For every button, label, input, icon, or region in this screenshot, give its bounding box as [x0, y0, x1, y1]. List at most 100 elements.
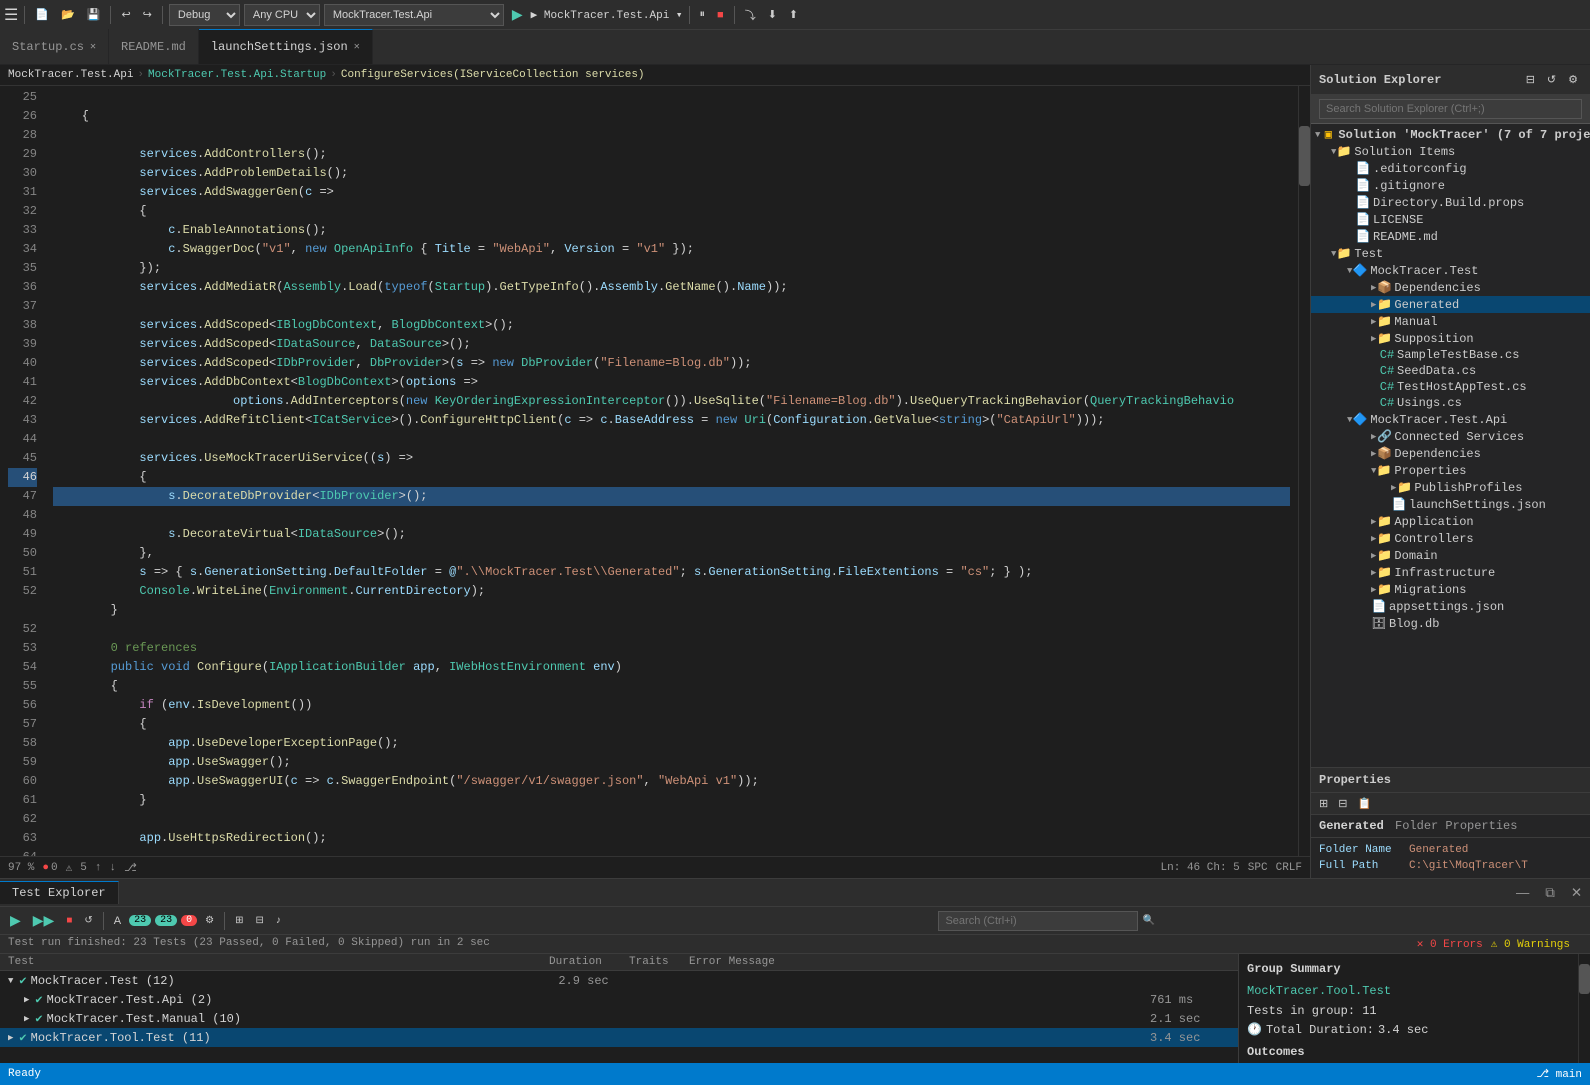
props-sort-btn[interactable]: ⊞: [1315, 795, 1332, 812]
test-scrollbar[interactable]: [1578, 954, 1590, 1063]
test-row-2[interactable]: ▶ ✔ MockTracer.Test.Manual (10) 2.1 sec: [0, 1009, 1238, 1028]
project-select[interactable]: MockTracer.Test.Api: [324, 4, 504, 26]
test-refresh-btn[interactable]: ↺: [80, 913, 96, 928]
test-search-btn[interactable]: 🔍: [1138, 913, 1158, 928]
se-api-dependencies[interactable]: ▶ 📦 Dependencies: [1311, 445, 1590, 462]
tab-startup[interactable]: Startup.cs ✕: [0, 29, 109, 64]
test-row-0[interactable]: ▼ ✔ MockTracer.Test (12) 2.9 sec: [0, 971, 1238, 990]
run-label[interactable]: ▶ MockTracer.Test.Api ▾: [531, 8, 683, 22]
se-readme[interactable]: 📄 README.md: [1311, 228, 1590, 245]
debug-mode-select[interactable]: Debug Release: [169, 4, 240, 26]
se-manual-folder[interactable]: ▶ 📁 Manual: [1311, 313, 1590, 330]
se-gitignore[interactable]: 📄 .gitignore: [1311, 177, 1590, 194]
props-folder-name-key: Folder Name: [1319, 844, 1409, 856]
test-run-all-btn[interactable]: ▶▶: [29, 910, 59, 931]
se-launchsettings[interactable]: 📄 launchSettings.json: [1311, 496, 1590, 513]
test-search-input[interactable]: [938, 911, 1138, 931]
se-search-input[interactable]: [1319, 99, 1582, 119]
breadcrumb-file[interactable]: MockTracer.Test.Api: [8, 69, 133, 81]
test-group-btn[interactable]: ⊞: [231, 913, 247, 928]
se-mocktracer-test[interactable]: ▼ 🔷 MockTracer.Test: [1311, 262, 1590, 279]
test-filter-btn[interactable]: A: [110, 913, 125, 929]
se-connected-services[interactable]: ▶ 🔗 Connected Services: [1311, 428, 1590, 445]
open-btn[interactable]: 📂: [57, 6, 79, 23]
se-properties[interactable]: ▼ 📁 Properties: [1311, 462, 1590, 479]
props-page-btn[interactable]: 📋: [1353, 795, 1375, 812]
arrow-down[interactable]: ↓: [109, 862, 116, 874]
se-mocktracer-api[interactable]: ▼ 🔷 MockTracer.Test.Api: [1311, 411, 1590, 428]
new-file-btn[interactable]: 📄: [31, 6, 53, 23]
tab-launchsettings-close[interactable]: ✕: [354, 41, 360, 53]
step-into-btn[interactable]: ⬇: [764, 6, 781, 23]
tab-launchsettings[interactable]: launchSettings.json ✕: [199, 29, 373, 64]
test-stop-btn[interactable]: ■: [62, 913, 76, 928]
editor-container: MockTracer.Test.Api › MockTracer.Test.Ap…: [0, 65, 1310, 878]
step-out-btn[interactable]: ⬆: [785, 6, 802, 23]
test-row-3[interactable]: ▶ ✔ MockTracer.Tool.Test (11) 3.4 sec: [0, 1028, 1238, 1047]
se-usings[interactable]: C# Usings.cs: [1311, 395, 1590, 411]
breadcrumb-method[interactable]: ConfigureServices(IServiceCollection ser…: [341, 69, 645, 81]
se-test-folder[interactable]: ▼ 📁 Test: [1311, 245, 1590, 262]
se-mt-dependencies[interactable]: ▶ 📦 Dependencies: [1311, 279, 1590, 296]
se-collapse-btn[interactable]: ⊟: [1522, 71, 1539, 88]
tab-startup-close[interactable]: ✕: [90, 41, 96, 53]
editor-breadcrumb: MockTracer.Test.Api › MockTracer.Test.Ap…: [0, 65, 1310, 86]
summary-duration: 🕐 Total Duration: 3.4 sec: [1247, 1022, 1570, 1037]
panel-float-btn[interactable]: ⧉: [1537, 885, 1563, 901]
redo-btn[interactable]: ↪: [139, 6, 156, 23]
test-row-1[interactable]: ▶ ✔ MockTracer.Test.Api (2) 761 ms: [0, 990, 1238, 1009]
run-btn[interactable]: ▶: [508, 4, 527, 25]
panel-close-btn[interactable]: ✕: [1563, 885, 1590, 901]
breadcrumb-class[interactable]: MockTracer.Test.Api.Startup: [148, 69, 326, 81]
testhostapptest-label: TestHostAppTest.cs: [1397, 380, 1527, 394]
save-btn[interactable]: 💾: [83, 6, 105, 23]
test-playlist-btn[interactable]: ♪: [272, 913, 285, 928]
se-solution-items[interactable]: ▼ 📁 Solution Items: [1311, 143, 1590, 160]
se-sampletestbase[interactable]: C# SampleTestBase.cs: [1311, 347, 1590, 363]
arrow-up[interactable]: ↑: [95, 862, 102, 874]
test-run-btn[interactable]: ▶: [6, 910, 25, 931]
se-filter-btn[interactable]: ⚙: [1564, 71, 1582, 88]
appsettings-label: appsettings.json: [1389, 600, 1504, 614]
se-testhostapptest[interactable]: C# TestHostAppTest.cs: [1311, 379, 1590, 395]
stop-btn[interactable]: ■: [713, 7, 728, 23]
code-editor[interactable]: { services.AddControllers(); services.Ad…: [45, 86, 1298, 856]
se-editorconfig[interactable]: 📄 .editorconfig: [1311, 160, 1590, 177]
se-appsettings[interactable]: 📄 appsettings.json: [1311, 598, 1590, 615]
tab-readme[interactable]: README.md: [109, 29, 199, 64]
platform-select[interactable]: Any CPU: [244, 4, 320, 26]
se-solution-root[interactable]: ▼ ▣ Solution 'MockTracer' (7 of 7 projec…: [1311, 126, 1590, 143]
error-count: 0: [51, 862, 58, 874]
se-directory-build-props[interactable]: 📄 Directory.Build.props: [1311, 194, 1590, 211]
se-seeddata[interactable]: C# SeedData.cs: [1311, 363, 1590, 379]
se-infrastructure-folder[interactable]: ▶ 📁 Infrastructure: [1311, 564, 1590, 581]
se-refresh-btn[interactable]: ↺: [1543, 71, 1560, 88]
se-publishprofiles[interactable]: ▶ 📁 PublishProfiles: [1311, 479, 1590, 496]
tab-launchsettings-label: launchSettings.json: [211, 40, 348, 54]
app-menu-icon[interactable]: ☰: [4, 5, 18, 25]
controllers-folder-label: Controllers: [1394, 532, 1473, 546]
se-license[interactable]: 📄 LICENSE: [1311, 211, 1590, 228]
se-blogdb[interactable]: 🗄 Blog.db: [1311, 615, 1590, 632]
se-supposition-folder[interactable]: ▶ 📁 Supposition: [1311, 330, 1590, 347]
api-dependencies-icon: 📦: [1376, 446, 1392, 461]
undo-btn[interactable]: ↩: [117, 6, 134, 23]
se-controllers-folder[interactable]: ▶ 📁 Controllers: [1311, 530, 1590, 547]
props-filter-btn[interactable]: ⊟: [1334, 795, 1351, 812]
test-sort-btn[interactable]: ⊟: [252, 913, 268, 928]
test-config-btn[interactable]: ⚙: [201, 913, 218, 928]
manual-folder-icon: 📁: [1376, 314, 1392, 329]
editor-scrollbar[interactable]: [1298, 86, 1310, 856]
se-application-folder[interactable]: ▶ 📁 Application: [1311, 513, 1590, 530]
pause-btn[interactable]: ⏸: [696, 6, 710, 23]
panel-collapse-btn[interactable]: —: [1508, 885, 1537, 900]
tab-test-explorer[interactable]: Test Explorer: [0, 881, 119, 904]
se-migrations-folder[interactable]: ▶ 📁 Migrations: [1311, 581, 1590, 598]
publishprofiles-label: PublishProfiles: [1414, 481, 1522, 495]
domain-folder-icon: 📁: [1376, 548, 1392, 563]
generated-folder-label: Generated: [1394, 298, 1459, 312]
se-generated-folder[interactable]: ▶ 📁 Generated: [1311, 296, 1590, 313]
step-over-btn[interactable]: ⤵: [741, 5, 760, 25]
seeddata-label: SeedData.cs: [1397, 364, 1476, 378]
se-domain-folder[interactable]: ▶ 📁 Domain: [1311, 547, 1590, 564]
